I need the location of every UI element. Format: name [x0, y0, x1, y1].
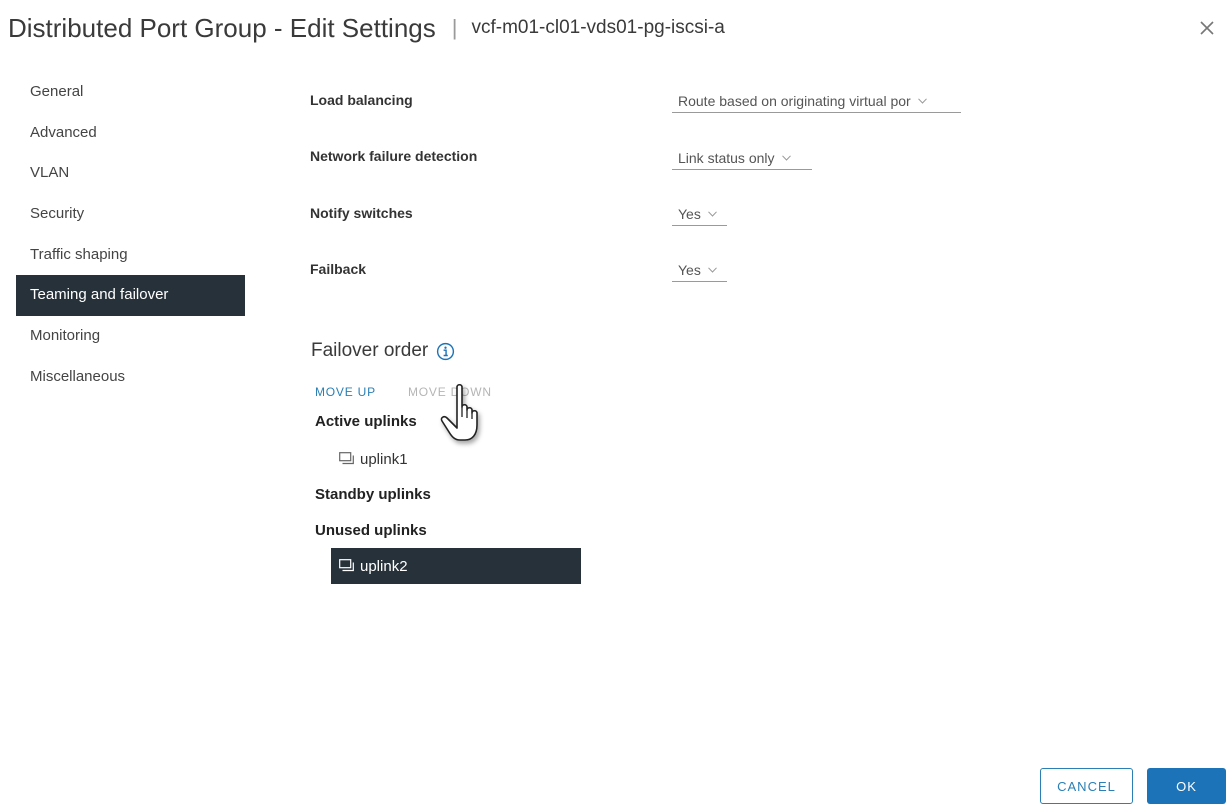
- notify-switches-select[interactable]: Yes: [672, 202, 727, 226]
- unused-uplinks-label: Unused uplinks: [315, 522, 427, 539]
- uplink-name: uplink2: [360, 557, 408, 575]
- settings-sidebar: General Advanced VLAN Security Traffic s…: [16, 72, 245, 398]
- active-uplinks-label: Active uplinks: [315, 413, 417, 430]
- sidebar-item-traffic-shaping[interactable]: Traffic shaping: [16, 235, 245, 276]
- uplink-row-uplink2[interactable]: uplink2: [331, 548, 581, 584]
- sidebar-item-vlan[interactable]: VLAN: [16, 153, 245, 194]
- sidebar-item-security[interactable]: Security: [16, 194, 245, 235]
- close-button[interactable]: [1196, 17, 1218, 39]
- cancel-button[interactable]: CANCEL: [1040, 768, 1133, 804]
- dialog-title: Distributed Port Group - Edit Settings: [8, 12, 436, 43]
- dialog-subtitle: vcf-m01-cl01-vds01-pg-iscsi-a: [471, 17, 725, 38]
- network-failure-detection-select[interactable]: Link status only: [672, 146, 812, 170]
- move-down-button[interactable]: MOVE DOWN: [408, 385, 492, 399]
- uplink-name: uplink1: [360, 450, 408, 468]
- sidebar-item-miscellaneous[interactable]: Miscellaneous: [16, 357, 245, 398]
- standby-uplinks-label: Standby uplinks: [315, 486, 431, 503]
- close-icon: [1200, 21, 1214, 35]
- sidebar-item-general[interactable]: General: [16, 72, 245, 113]
- info-icon[interactable]: [436, 342, 455, 361]
- chevron-down-icon: [707, 266, 717, 273]
- failback-value: Yes: [678, 261, 701, 278]
- chevron-down-icon: [917, 97, 927, 104]
- notify-switches-value: Yes: [678, 205, 701, 222]
- dialog-header: Distributed Port Group - Edit Settings |…: [8, 10, 725, 46]
- uplink-icon: [339, 559, 354, 572]
- failback-select[interactable]: Yes: [672, 258, 727, 282]
- uplink-icon: [339, 452, 354, 465]
- sidebar-item-teaming-and-failover[interactable]: Teaming and failover: [16, 275, 245, 317]
- sidebar-item-advanced[interactable]: Advanced: [16, 113, 245, 154]
- sidebar-item-monitoring[interactable]: Monitoring: [16, 316, 245, 357]
- load-balancing-select[interactable]: Route based on originating virtual por: [672, 89, 961, 113]
- title-separator: |: [451, 15, 458, 40]
- failback-label: Failback: [310, 261, 367, 277]
- load-balancing-label: Load balancing: [310, 92, 413, 108]
- load-balancing-value: Route based on originating virtual por: [678, 92, 911, 109]
- uplink-row-uplink1[interactable]: uplink1: [331, 441, 581, 477]
- ok-button[interactable]: OK: [1147, 768, 1226, 804]
- failover-order-title: Failover order: [311, 340, 455, 362]
- network-failure-detection-value: Link status only: [678, 149, 775, 166]
- failover-order-heading: Failover order: [311, 340, 429, 361]
- chevron-down-icon: [707, 210, 717, 217]
- network-failure-detection-label: Network failure detection: [310, 148, 478, 164]
- notify-switches-label: Notify switches: [310, 205, 413, 221]
- chevron-down-icon: [781, 154, 791, 161]
- move-up-button[interactable]: MOVE UP: [315, 385, 376, 399]
